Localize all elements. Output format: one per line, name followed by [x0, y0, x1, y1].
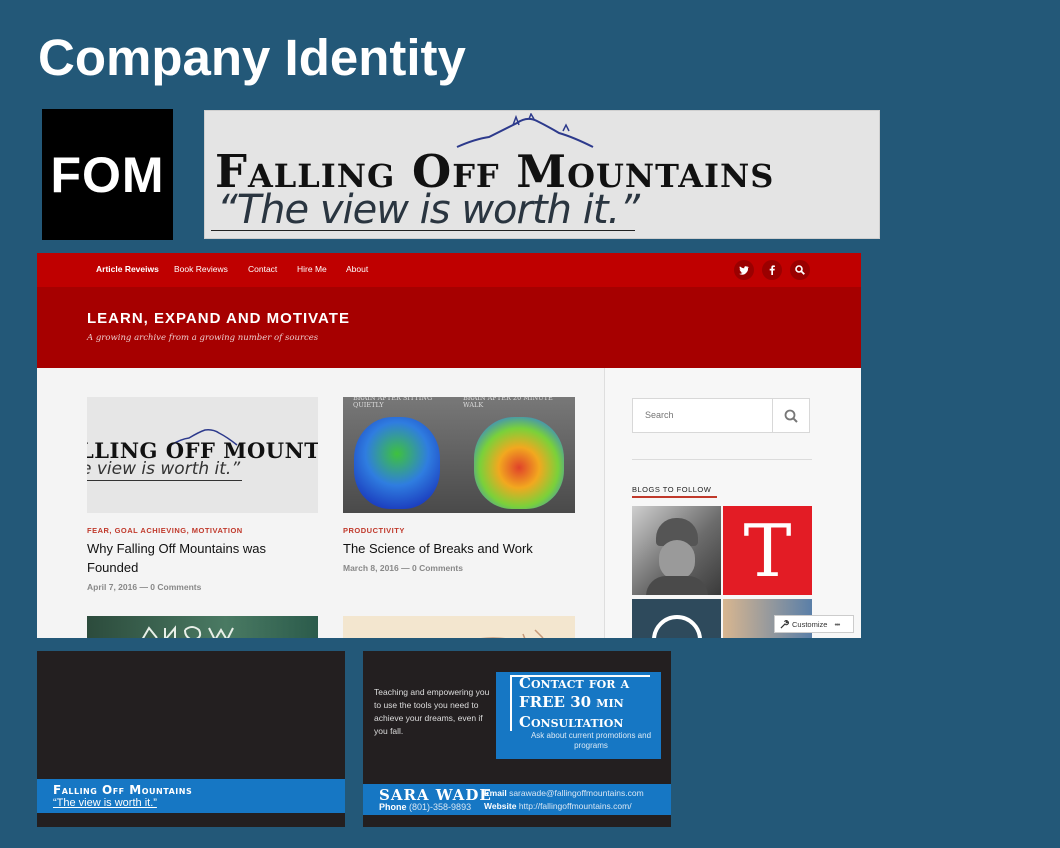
brain-scan-left: [354, 417, 440, 509]
more-icon[interactable]: •••: [834, 620, 840, 629]
cta-line-3: Consultation: [519, 713, 624, 731]
logo-tagline: “The view is worth it.”: [217, 187, 640, 233]
thumb-underline: [87, 480, 242, 481]
chalk-scribble: [142, 625, 234, 638]
twitter-icon[interactable]: [734, 260, 754, 280]
card-email: Email sarawade@fallingoffmountains.com: [484, 788, 644, 798]
hero-title: LEARN, EXPAND AND MOTIVATE: [87, 310, 350, 327]
blogs-to-follow-heading: BLOGS TO FOLLOW: [632, 485, 712, 494]
nav-book-reviews[interactable]: Book Reviews: [174, 264, 228, 274]
website-hero: LEARN, EXPAND AND MOTIVATE A growing arc…: [37, 287, 861, 368]
page-title: Company Identity: [38, 29, 466, 86]
wrench-icon: [780, 619, 789, 629]
post-title[interactable]: The Science of Breaks and Work: [343, 539, 573, 558]
logo-underline: [211, 230, 635, 231]
customize-button[interactable]: Customize •••: [774, 615, 854, 633]
search-icon[interactable]: [790, 260, 810, 280]
logo-banner: Falling Off Mountains “The view is worth…: [204, 110, 880, 239]
brain-label-right: BRAIN AFTER 20 MINUTE WALK: [463, 397, 553, 409]
cta-line-2: FREE 30 min: [519, 693, 624, 711]
blog-avatar-t[interactable]: T: [723, 506, 812, 595]
facebook-icon[interactable]: [762, 260, 782, 280]
cta-line-1: Contact for a: [519, 674, 630, 692]
post-thumbnail-brain-scans[interactable]: BRAIN AFTER SITTING QUIETLY BRAIN AFTER …: [343, 397, 575, 513]
post-thumbnail-paper[interactable]: [343, 616, 575, 638]
website-top-nav: Article Reveiws Book Reviews Contact Hir…: [37, 253, 861, 287]
brain-scan-right: [474, 417, 564, 509]
posts-area: LLING OFF MOUNTAI e view is worth it.” B…: [37, 368, 604, 638]
post-meta: March 8, 2016 — 0 Comments: [343, 563, 463, 573]
card-company-name: Falling Off Mountains: [53, 783, 193, 797]
sidebar-search-input[interactable]: [643, 409, 767, 421]
blog-avatar-letter: T: [743, 508, 792, 593]
sketch-lines: [480, 629, 544, 638]
card-website: Website http://fallingoffmountains.com/: [484, 801, 632, 811]
thumb-logo-tagline: e view is worth it.”: [87, 459, 241, 479]
post-categories[interactable]: FEAR, GOAL ACHIEVING, MOTIVATION: [87, 526, 243, 535]
nav-hire-me[interactable]: Hire Me: [297, 264, 327, 274]
card-tagline: “The view is worth it.”: [53, 797, 157, 809]
card-phone: Phone (801)-358-9893: [379, 802, 471, 812]
customize-label: Customize: [792, 619, 828, 629]
phone-label: Phone: [379, 802, 407, 812]
search-icon: [784, 409, 798, 423]
wordpress-icon: [652, 615, 702, 638]
cta-duration: 30 min: [564, 693, 624, 711]
business-card-front: Falling Off Mountains “The view is worth…: [37, 651, 345, 827]
fom-logo-box: FOM: [42, 109, 173, 240]
cta-subtext: Ask about current promotions and program…: [530, 731, 652, 750]
website-sidebar: BLOGS TO FOLLOW T: [604, 368, 861, 638]
sidebar-search-button[interactable]: [772, 399, 809, 432]
card-blurb: Teaching and empowering you to use the t…: [374, 687, 490, 736]
email-value: sarawade@fallingoffmountains.com: [509, 788, 644, 798]
blog-avatar-man[interactable]: [632, 506, 721, 595]
blog-avatar-wordpress[interactable]: [632, 599, 721, 638]
website-label: Website: [484, 801, 517, 811]
business-card-back: Teaching and empowering you to use the t…: [363, 651, 671, 827]
blogs-heading-underline: [632, 496, 717, 498]
email-label: Email: [484, 788, 507, 798]
post-meta: April 7, 2016 — 0 Comments: [87, 582, 202, 592]
shoulders-shape: [646, 576, 708, 595]
sidebar-search: [632, 398, 810, 433]
cta-free: FREE: [519, 693, 565, 711]
face-shape: [659, 540, 695, 580]
nav-article-reviews[interactable]: Article Reveiws: [96, 264, 159, 274]
phone-value: (801)-358-9893: [409, 802, 472, 812]
brain-label-left: BRAIN AFTER SITTING QUIETLY: [353, 397, 433, 409]
hero-subtitle: A growing archive from a growing number …: [87, 333, 319, 343]
post-title[interactable]: Why Falling Off Mountains was Founded: [87, 539, 267, 577]
website-screenshot: Article Reveiws Book Reviews Contact Hir…: [37, 253, 861, 638]
post-categories[interactable]: PRODUCTIVITY: [343, 526, 405, 535]
fom-logo-text: FOM: [50, 146, 165, 203]
nav-contact[interactable]: Contact: [248, 264, 277, 274]
nav-about[interactable]: About: [346, 264, 368, 274]
post-thumbnail-logo[interactable]: LLING OFF MOUNTAI e view is worth it.”: [87, 397, 318, 513]
post-thumbnail-chalkboard[interactable]: [87, 616, 318, 638]
website-value: http://fallingoffmountains.com/: [518, 801, 632, 811]
sidebar-divider: [632, 459, 812, 460]
